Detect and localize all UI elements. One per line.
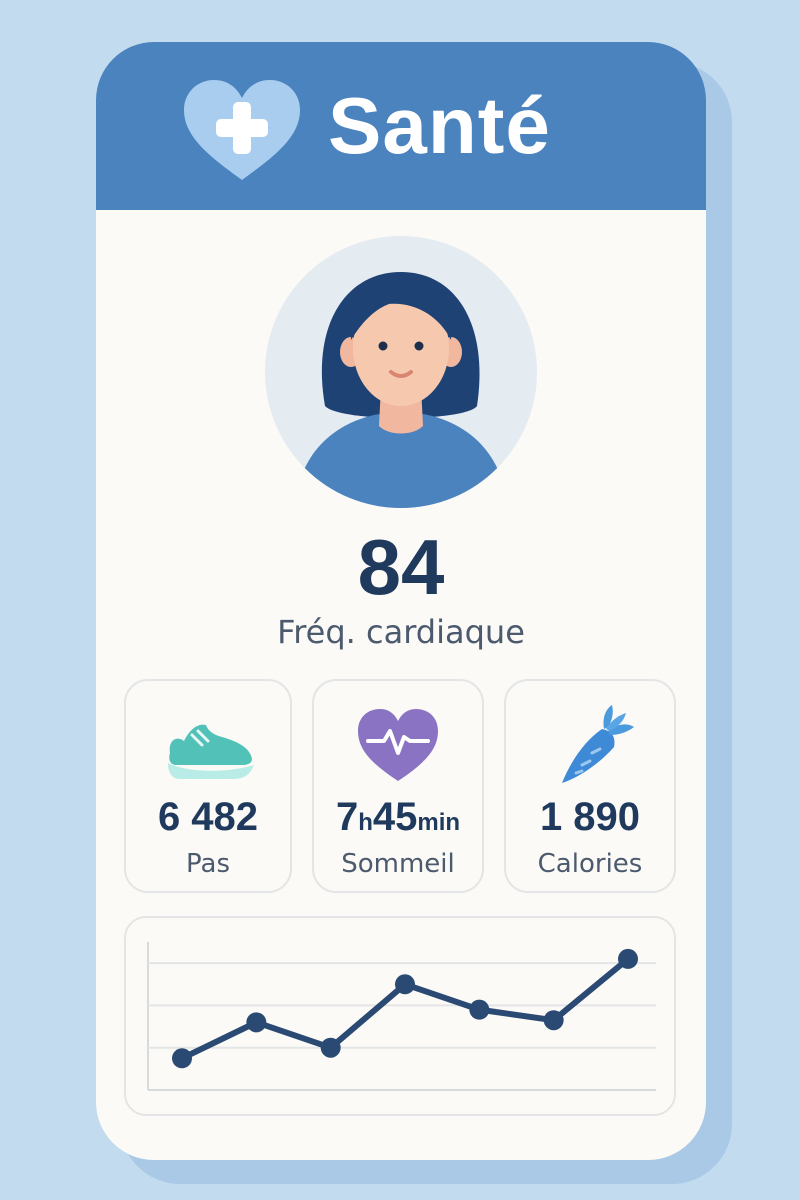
woman-avatar-icon (265, 236, 537, 508)
sleep-minutes-unit: min (417, 809, 461, 836)
sleep-label: Sommeil (341, 849, 455, 879)
sleep-card[interactable]: 7h45min Sommeil (312, 679, 484, 893)
calories-value: 1 890 (539, 795, 641, 839)
chart-point (246, 1012, 267, 1033)
chart-point (618, 948, 638, 969)
calories-card[interactable]: 1 890 Calories (504, 679, 676, 893)
app-title: Santé (328, 81, 551, 170)
sleep-value: 7h45min (314, 793, 482, 847)
heart-rate-label: Fréq. cardiaque (277, 613, 525, 651)
heart-rate-value: 84 (357, 523, 445, 611)
sleep-hours: 7 (335, 795, 359, 839)
calories-label: Calories (537, 849, 643, 879)
chart-point (395, 974, 415, 995)
steps-label: Pas (186, 849, 230, 879)
sleep-hours-unit: h (358, 809, 373, 836)
chart-point (172, 1048, 192, 1069)
chart-point (320, 1037, 341, 1058)
health-card: Santé 84 Fréq. cardiaque 6 482 Pas 7h45m… (96, 42, 706, 1160)
sneaker-icon (168, 724, 254, 779)
app-header: Santé (96, 42, 706, 210)
carrot-icon (562, 705, 634, 783)
trend-chart (124, 916, 676, 1116)
steps-value: 6 482 (157, 795, 259, 839)
chart-point (543, 1010, 564, 1031)
trend-chart-plot (147, 942, 656, 1091)
sleep-minutes: 45 (372, 795, 418, 839)
heartbeat-icon (358, 709, 438, 781)
chart-series-line (179, 955, 631, 1062)
steps-card[interactable]: 6 482 Pas (124, 679, 292, 893)
chart-point (469, 999, 490, 1020)
heart-plus-icon (184, 80, 300, 180)
